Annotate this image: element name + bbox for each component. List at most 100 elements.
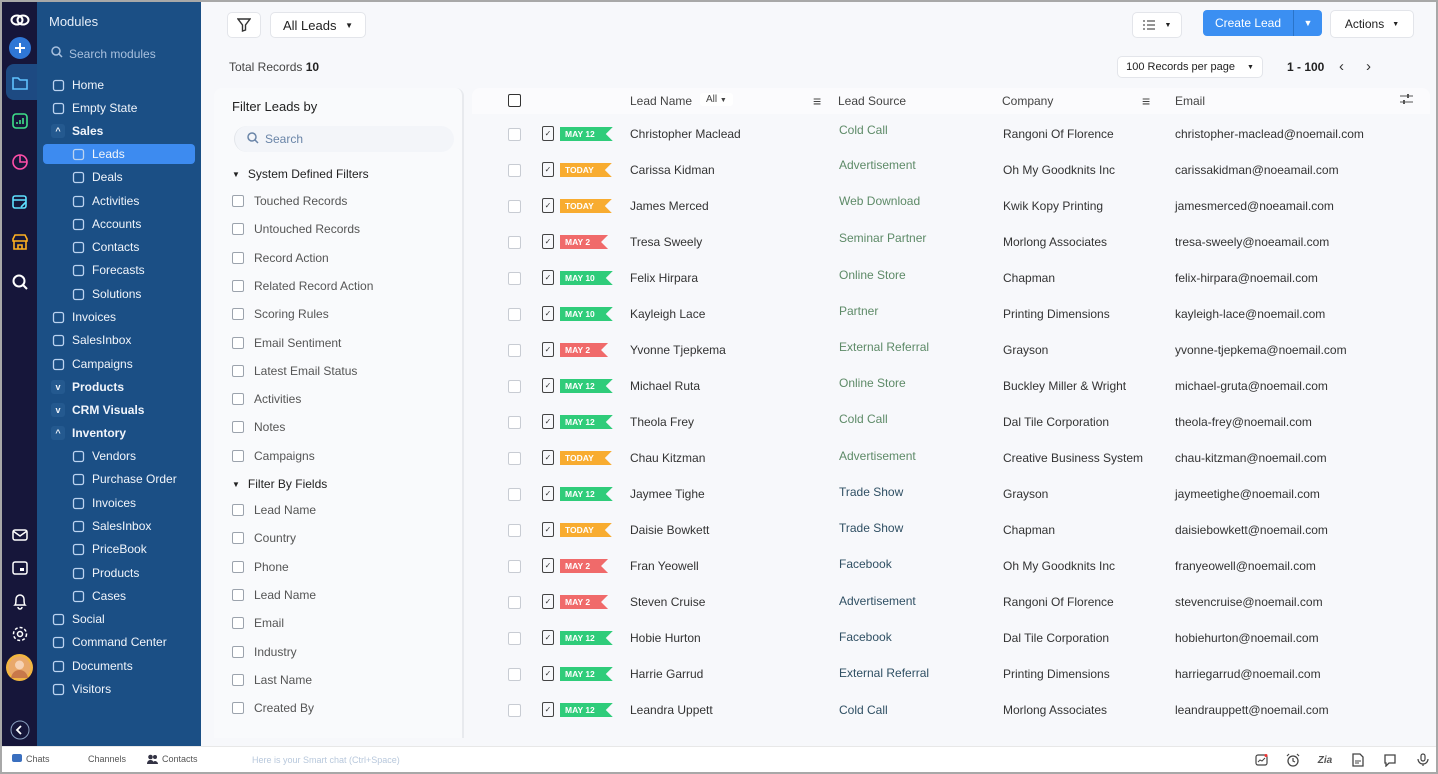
module-item-accounts[interactable]: Accounts	[43, 214, 195, 234]
table-row[interactable]: ✓ TODAY James Merced Web Download Kwik Kopy …	[472, 193, 1430, 229]
calendar-icon[interactable]	[8, 556, 31, 579]
notes-document-icon[interactable]	[1350, 752, 1366, 768]
view-select[interactable]: All Leads ▼	[270, 12, 366, 38]
lead-name[interactable]: Fran Yeowell	[630, 559, 699, 573]
channels-tab[interactable]: Channels	[88, 754, 126, 764]
system-filter-item[interactable]: Notes	[232, 420, 285, 434]
task-checklist-icon[interactable]: ✓	[542, 486, 554, 501]
module-item-visitors[interactable]: Visitors	[43, 679, 195, 699]
filter-checkbox[interactable]	[232, 279, 244, 292]
field-filter-item[interactable]: Email	[232, 616, 284, 630]
lead-name[interactable]: Theola Frey	[630, 415, 694, 429]
email[interactable]: harriegarrud@noemail.com	[1175, 667, 1321, 681]
alarm-clock-icon[interactable]	[1285, 752, 1301, 768]
lead-name[interactable]: Yvonne Tjepkema	[630, 343, 726, 357]
row-checkbox[interactable]	[508, 560, 521, 573]
row-checkbox[interactable]	[508, 272, 521, 285]
select-all-checkbox[interactable]	[508, 94, 521, 107]
field-filters-section[interactable]: ▼ Filter By Fields	[232, 477, 327, 491]
column-menu-icon[interactable]: ≡	[813, 93, 821, 109]
lead-name[interactable]: James Merced	[630, 199, 709, 213]
task-checklist-icon[interactable]: ✓	[542, 162, 554, 177]
planner-icon[interactable]	[8, 190, 31, 213]
row-checkbox[interactable]	[508, 236, 521, 249]
system-filter-item[interactable]: Latest Email Status	[232, 364, 357, 378]
field-filter-item[interactable]: Industry	[232, 645, 297, 659]
lead-name[interactable]: Chau Kitzman	[630, 451, 705, 465]
create-lead-dropdown[interactable]: ▼	[1294, 10, 1322, 36]
table-row[interactable]: ✓ MAY 12 Jaymee Tighe Trade Show Grayson jaym…	[472, 481, 1430, 517]
lead-name[interactable]: Carissa Kidman	[630, 163, 715, 177]
table-row[interactable]: ✓ MAY 12 Michael Ruta Online Store Buckley M…	[472, 373, 1430, 409]
module-item-contacts[interactable]: Contacts	[43, 237, 195, 257]
email[interactable]: christopher-maclead@noemail.com	[1175, 127, 1364, 141]
activity-chart-icon[interactable]	[1253, 752, 1269, 768]
row-checkbox[interactable]	[508, 524, 521, 537]
row-checkbox[interactable]	[508, 632, 521, 645]
filter-checkbox[interactable]	[232, 393, 244, 406]
create-lead-button[interactable]: Create Lead	[1203, 10, 1294, 36]
lead-name[interactable]: Hobie Hurton	[630, 631, 701, 645]
email[interactable]: franyeowell@noemail.com	[1175, 559, 1316, 573]
table-row[interactable]: ✓ MAY 12 Christopher Maclead Cold Call Rango…	[472, 121, 1430, 157]
field-filter-item[interactable]: Phone	[232, 560, 289, 574]
table-row[interactable]: ✓ MAY 12 Harrie Garrud External Referral Pri…	[472, 661, 1430, 697]
system-filter-item[interactable]: Scoring Rules	[232, 307, 329, 321]
filter-checkbox[interactable]	[232, 560, 244, 573]
field-filter-item[interactable]: Lead Name	[232, 588, 316, 602]
email[interactable]: theola-frey@noemail.com	[1175, 415, 1312, 429]
mail-icon[interactable]	[8, 523, 31, 546]
column-menu-icon[interactable]: ≡	[1142, 93, 1150, 109]
table-row[interactable]: ✓ MAY 12 Theola Frey Cold Call Dal Tile Corp…	[472, 409, 1430, 445]
email[interactable]: carissakidman@noeamail.com	[1175, 163, 1339, 177]
next-page-button[interactable]: ›	[1366, 58, 1371, 75]
table-row[interactable]: ✓ MAY 2 Tresa Sweely Seminar Partner Morlong…	[472, 229, 1430, 265]
row-checkbox[interactable]	[508, 344, 521, 357]
email[interactable]: felix-hirpara@noemail.com	[1175, 271, 1318, 285]
module-item-crm-visuals[interactable]: v CRM Visuals	[43, 400, 195, 420]
microphone-icon[interactable]	[1415, 752, 1431, 768]
module-item-empty-state[interactable]: Empty State	[43, 98, 195, 118]
reports-pie-icon[interactable]	[8, 150, 31, 173]
task-checklist-icon[interactable]: ✓	[542, 126, 554, 141]
table-row[interactable]: ✓ MAY 12 Hobie Hurton Facebook Dal Tile Corp…	[472, 625, 1430, 661]
lead-name[interactable]: Daisie Bowkett	[630, 523, 709, 537]
app-logo-icon[interactable]	[8, 8, 31, 31]
smart-chat-input[interactable]: Here is your Smart chat (Ctrl+Space)	[252, 755, 400, 765]
system-filters-section[interactable]: ▼ System Defined Filters	[232, 167, 369, 181]
table-row[interactable]: ✓ TODAY Daisie Bowkett Trade Show Chapman dai…	[472, 517, 1430, 553]
contacts-tab[interactable]: Contacts	[147, 754, 198, 764]
filter-checkbox[interactable]	[232, 195, 244, 207]
email[interactable]: jamesmerced@noeamail.com	[1175, 199, 1334, 213]
table-row[interactable]: ✓ TODAY Carissa Kidman Advertisement Oh My G…	[472, 157, 1430, 193]
email[interactable]: daisiebowkett@noemail.com	[1175, 523, 1328, 537]
table-row[interactable]: ✓ MAY 10 Kayleigh Lace Partner Printing Dime…	[472, 301, 1430, 337]
row-checkbox[interactable]	[508, 200, 521, 213]
prev-page-button[interactable]: ‹	[1339, 58, 1344, 75]
filter-checkbox[interactable]	[232, 223, 244, 236]
module-item-salesinbox[interactable]: SalesInbox	[43, 516, 195, 536]
search-icon[interactable]	[8, 270, 31, 293]
filter-toggle-button[interactable]	[227, 12, 261, 38]
email[interactable]: stevencruise@noemail.com	[1175, 595, 1323, 609]
lead-name[interactable]: Felix Hirpara	[630, 271, 698, 285]
lead-name[interactable]: Harrie Garrud	[630, 667, 703, 681]
lead-name[interactable]: Steven Cruise	[630, 595, 705, 609]
task-checklist-icon[interactable]: ✓	[542, 666, 554, 681]
table-row[interactable]: ✓ MAY 2 Yvonne Tjepkema External Referral Gr…	[472, 337, 1430, 373]
filter-checkbox[interactable]	[232, 702, 244, 715]
task-checklist-icon[interactable]: ✓	[542, 342, 554, 357]
module-item-documents[interactable]: Documents	[43, 656, 195, 676]
row-checkbox[interactable]	[508, 128, 521, 141]
task-checklist-icon[interactable]: ✓	[542, 630, 554, 645]
create-plus-icon[interactable]	[8, 36, 31, 59]
field-filter-item[interactable]: Country	[232, 531, 296, 545]
module-item-forecasts[interactable]: Forecasts	[43, 260, 195, 280]
table-row[interactable]: ✓ MAY 12 Leandra Uppett Cold Call Morlong As…	[472, 697, 1430, 733]
system-filter-item[interactable]: Related Record Action	[232, 279, 373, 293]
email[interactable]: chau-kitzman@noemail.com	[1175, 451, 1327, 465]
column-company[interactable]: Company	[1002, 94, 1053, 108]
task-checklist-icon[interactable]: ✓	[542, 378, 554, 393]
task-checklist-icon[interactable]: ✓	[542, 558, 554, 573]
module-item-products[interactable]: Products	[43, 563, 195, 583]
